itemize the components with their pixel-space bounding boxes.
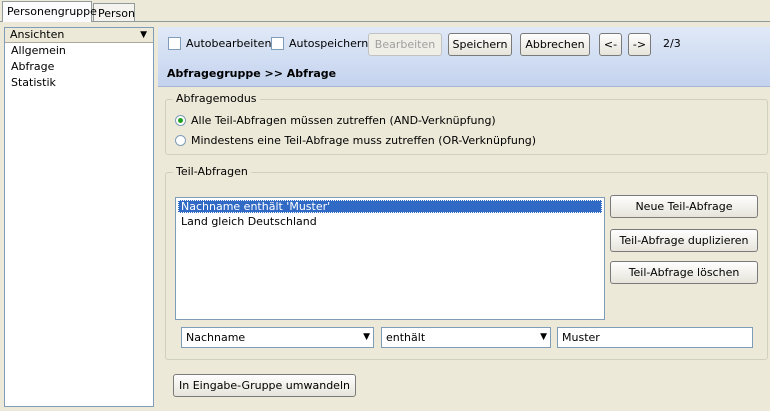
views-panel: Ansichten ▼ Allgemein Abfrage Statistik — [4, 27, 154, 407]
pin-icon[interactable]: ▼ — [140, 28, 147, 42]
views-panel-header: Ansichten ▼ — [5, 28, 153, 43]
edit-button[interactable]: Bearbeiten — [368, 33, 442, 56]
new-sub-query-button[interactable]: Neue Teil-Abfrage — [610, 195, 758, 218]
query-mode-legend: Abfragemodus — [173, 92, 260, 105]
radio-or-label: Mindestens eine Teil-Abfrage muss zutref… — [191, 134, 537, 147]
sub-queries-list[interactable]: Nachname enthält 'Muster' Land gleich De… — [175, 197, 605, 320]
radio-button[interactable] — [175, 135, 186, 146]
radio-and[interactable]: Alle Teil-Abfragen müssen zutreffen (AND… — [175, 114, 496, 127]
radio-or[interactable]: Mindestens eine Teil-Abfrage muss zutref… — [175, 134, 536, 147]
tab-personengruppe[interactable]: Personengruppe — [2, 1, 97, 22]
next-button[interactable]: -> — [628, 33, 651, 56]
toolbar: Autobearbeiten Autospeichern Bearbeiten … — [158, 27, 770, 87]
autoedit-label: Autobearbeiten — [186, 37, 272, 50]
views-panel-title: Ansichten — [10, 28, 65, 41]
autosave-checkbox[interactable]: Autospeichern — [271, 36, 368, 51]
list-item[interactable]: Land gleich Deutschland — [178, 215, 602, 228]
autosave-label: Autospeichern — [289, 37, 369, 50]
list-item[interactable]: Nachname enthält 'Muster' — [178, 200, 602, 213]
sub-queries-group: Teil-Abfragen Nachname enthält 'Muster' … — [165, 165, 768, 360]
tab-divider — [0, 21, 770, 22]
value-input[interactable]: Muster — [557, 327, 753, 348]
save-button[interactable]: Speichern — [448, 33, 512, 56]
duplicate-sub-query-button[interactable]: Teil-Abfrage duplizieren — [610, 229, 758, 252]
radio-and-label: Alle Teil-Abfragen müssen zutreffen (AND… — [191, 114, 496, 127]
chevron-down-icon[interactable]: ▼ — [363, 331, 370, 344]
convert-to-input-group-button[interactable]: In Eingabe-Gruppe umwandeln — [173, 374, 356, 397]
sub-queries-legend: Teil-Abfragen — [173, 165, 251, 178]
prev-button[interactable]: <- — [599, 33, 622, 56]
tab-label: Person — [98, 7, 135, 20]
query-mode-group: Abfragemodus Alle Teil-Abfragen müssen z… — [165, 92, 768, 155]
checkbox-box[interactable] — [168, 37, 181, 50]
tab-person[interactable]: Person — [93, 3, 135, 22]
views-item-abfrage[interactable]: Abfrage — [5, 59, 153, 75]
tab-label: Personengruppe — [7, 5, 97, 18]
page-indicator: 2/3 — [663, 37, 681, 50]
views-item-statistik[interactable]: Statistik — [5, 75, 153, 91]
autoedit-checkbox[interactable]: Autobearbeiten — [168, 36, 271, 51]
radio-button[interactable] — [175, 115, 186, 126]
cancel-button[interactable]: Abbrechen — [520, 33, 590, 56]
checkbox-box[interactable] — [271, 37, 284, 50]
field-select-value: Nachname — [186, 331, 246, 344]
views-item-allgemein[interactable]: Allgemein — [5, 43, 153, 59]
field-select[interactable]: Nachname ▼ — [181, 327, 374, 348]
delete-sub-query-button[interactable]: Teil-Abfrage löschen — [610, 261, 758, 284]
breadcrumb: Abfragegruppe >> Abfrage — [167, 67, 337, 80]
chevron-down-icon[interactable]: ▼ — [540, 331, 547, 344]
operator-select[interactable]: enthält ▼ — [381, 327, 551, 348]
operator-select-value: enthält — [386, 331, 426, 344]
